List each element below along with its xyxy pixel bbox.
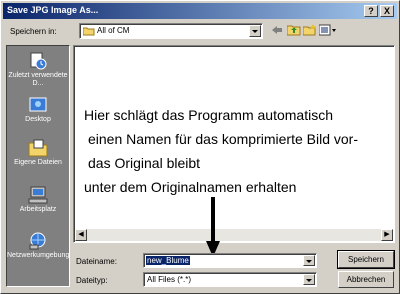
annotation-line-2: einen Namen für das komprimierte Bild vo… — [88, 131, 358, 147]
scroll-left-icon[interactable]: ◀ — [75, 229, 87, 241]
filetype-dropdown[interactable]: All Files (*.*) — [143, 272, 317, 287]
save-button[interactable]: Speichern — [337, 250, 395, 269]
scroll-right-icon[interactable]: ▶ — [381, 229, 393, 241]
window-title: Save JPG Image As... — [7, 5, 99, 15]
place-desktop-label: Desktop — [25, 116, 51, 123]
back-arrow-icon[interactable] — [271, 24, 283, 38]
annotation-line-3: das Original bleibt — [88, 155, 201, 171]
cancel-button[interactable]: Abbrechen — [338, 271, 394, 288]
filetype-value: All Files (*.*) — [147, 275, 192, 284]
new-folder-icon[interactable] — [302, 24, 317, 38]
recent-documents-icon — [30, 52, 47, 70]
place-my-documents-label: Eigene Dateien — [14, 159, 62, 166]
view-menu-icon[interactable] — [318, 24, 337, 38]
horizontal-scrollbar[interactable]: ◀ ▶ — [75, 229, 393, 241]
folder-icon — [83, 27, 95, 36]
place-my-computer-label: Arbeitsplatz — [19, 206, 57, 213]
place-recent[interactable]: Zuletzt verwendete D... — [7, 52, 69, 88]
my-computer-icon — [28, 186, 48, 204]
title-bar[interactable]: Save JPG Image As... ? X — [3, 3, 397, 19]
filename-label: Dateiname: — [76, 257, 117, 266]
up-folder-icon[interactable] — [286, 24, 301, 38]
place-desktop[interactable]: Desktop — [7, 96, 69, 124]
filename-value: new_Blume — [146, 256, 190, 265]
my-documents-icon — [28, 139, 48, 157]
save-in-label: Speichern in: — [10, 27, 57, 36]
annotation-line-1: Hier schlägt das Programm automatisch — [84, 107, 333, 123]
place-my-computer[interactable]: Arbeitsplatz — [7, 186, 69, 214]
places-bar: Zuletzt verwendete D... Desktop Eigene D… — [6, 45, 70, 287]
place-recent-label: Zuletzt verwendete D... — [8, 72, 68, 87]
close-button[interactable]: X — [380, 5, 394, 17]
place-my-documents[interactable]: Eigene Dateien — [7, 139, 69, 167]
help-button[interactable]: ? — [364, 5, 378, 17]
chevron-down-icon[interactable] — [303, 274, 315, 285]
save-dialog: Save JPG Image As... ? X Speichern in: A… — [0, 0, 400, 294]
chevron-down-icon[interactable] — [249, 25, 261, 37]
chevron-down-icon[interactable] — [303, 255, 315, 266]
filetype-label: Dateityp: — [76, 276, 108, 285]
save-in-value: All of CM — [97, 26, 130, 35]
network-icon — [29, 232, 46, 250]
desktop-icon — [29, 97, 47, 112]
annotation-arrow-icon — [206, 197, 220, 257]
annotation-line-4: unter dem Originalnamen erhalten — [84, 179, 297, 195]
place-network-label: Netzwerkumgebung — [7, 252, 70, 259]
place-network[interactable]: Netzwerkumgebung — [7, 232, 69, 260]
save-in-dropdown[interactable]: All of CM — [79, 23, 263, 39]
file-list[interactable]: Hier schlägt das Programm automatisch ei… — [73, 45, 395, 243]
filename-input[interactable]: new_Blume — [143, 253, 317, 268]
